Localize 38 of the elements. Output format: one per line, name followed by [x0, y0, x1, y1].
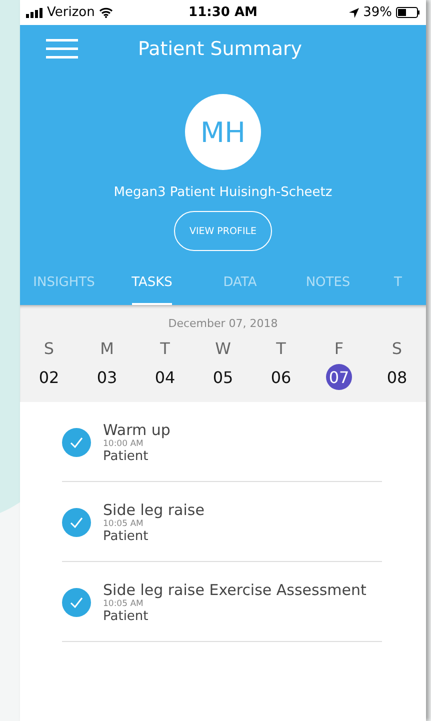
signal-icon	[26, 8, 43, 18]
weekday-label: T	[276, 339, 286, 358]
weekday-label: S	[392, 339, 402, 358]
task-title: Side leg raise	[103, 501, 204, 519]
clock-time: 11:30 AM	[188, 5, 258, 20]
day-number[interactable]: 02	[36, 364, 62, 390]
weekday-label: T	[160, 339, 170, 358]
wifi-icon	[98, 7, 113, 18]
weekday-label: F	[334, 339, 344, 358]
task-time: 10:05 AM	[103, 519, 144, 529]
day-number[interactable]: 06	[268, 364, 294, 390]
avatar-initials: MH	[185, 94, 261, 170]
check-icon[interactable]	[62, 588, 91, 617]
battery-percent: 39%	[363, 5, 392, 20]
task-time: 10:05 AM	[103, 599, 144, 609]
location-icon	[349, 8, 360, 18]
day-number[interactable]: 08	[384, 364, 410, 390]
task-title: Warm up	[103, 421, 170, 439]
check-icon[interactable]	[62, 428, 91, 457]
task-assignee: Patient	[103, 529, 150, 544]
carrier-name: Verizon	[47, 5, 95, 20]
weekday-label: W	[215, 339, 231, 358]
check-icon[interactable]	[62, 508, 91, 537]
calendar-date: December 07, 2018	[168, 317, 278, 330]
task-assignee: Patient	[103, 449, 150, 464]
menu-button[interactable]	[46, 39, 78, 59]
task-time: 10:00 AM	[103, 439, 144, 449]
weekday-label: S	[44, 339, 54, 358]
task-assignee: Patient	[103, 609, 150, 624]
day-number[interactable]: 05	[210, 364, 236, 390]
day-number[interactable]: 07	[326, 364, 352, 390]
patient-name: Megan3 Patient Huisingh-Scheetz	[114, 185, 332, 200]
battery-icon	[396, 7, 420, 18]
day-number[interactable]: 04	[152, 364, 178, 390]
day-number[interactable]: 03	[94, 364, 120, 390]
weekday-label: M	[100, 339, 114, 358]
task-title: Side leg raise Exercise Assessment	[103, 581, 366, 599]
screen-title: Patient Summary	[138, 38, 302, 60]
